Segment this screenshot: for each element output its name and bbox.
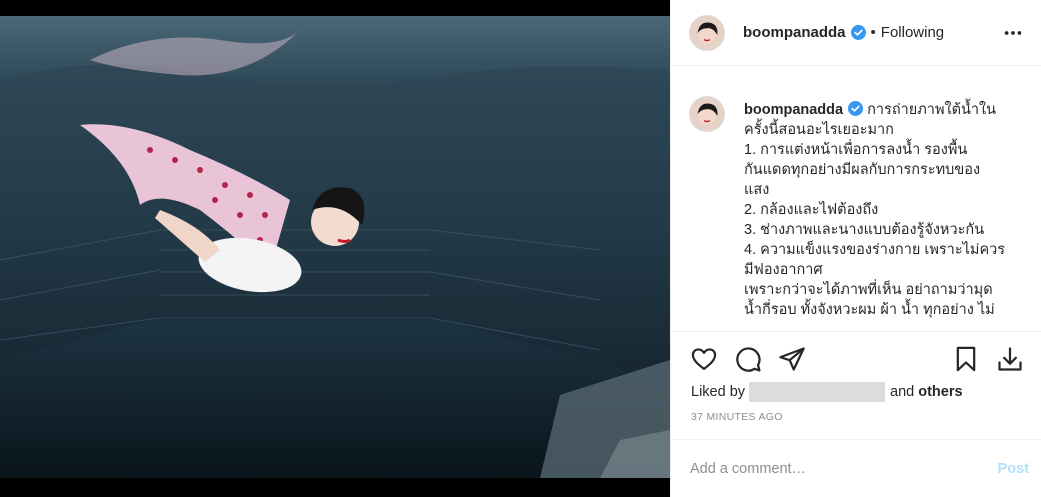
divider <box>671 331 1041 332</box>
share-send-icon[interactable] <box>777 344 807 374</box>
caption-line: มีฟองอากาศ <box>744 262 823 278</box>
caption-username[interactable]: boompanadda <box>744 102 843 118</box>
caption-text: boompanadda การถ่ายภาพใต้น้ำใน ครั้งนี้ส… <box>744 100 1021 328</box>
liked-by-label: Liked by <box>691 384 746 400</box>
caption-line: แสง <box>744 182 770 198</box>
action-bar <box>689 343 1025 375</box>
download-icon[interactable] <box>995 344 1025 374</box>
comment-input[interactable] <box>690 460 998 477</box>
bookmark-icon[interactable] <box>951 344 981 374</box>
caption-line: 4. ความแข็งแรงของร่างกาย เพราะไม่ควร <box>744 242 1006 258</box>
caption-line: 2. กล้องและไฟต้องถึง <box>744 202 879 218</box>
caption-first-line: boompanadda การถ่ายภาพใต้น้ำใน <box>744 100 1021 120</box>
caption-line: กันแดดทุกอย่างมีผลกับการกระทบของ <box>744 162 981 178</box>
action-bar-right <box>937 344 1025 374</box>
verified-badge-icon <box>850 25 866 40</box>
more-options-icon[interactable] <box>1001 21 1025 45</box>
redacted-username <box>749 382 886 402</box>
underwater-photo <box>0 0 670 497</box>
header-username[interactable]: boompanadda <box>743 24 846 41</box>
verified-badge-icon <box>848 101 864 116</box>
post-sidebar: boompanadda • Following boompanadda การถ… <box>670 0 1041 497</box>
caption-avatar[interactable] <box>689 96 725 132</box>
like-heart-icon[interactable] <box>689 344 719 374</box>
caption-line: น้ำกี่รอบ ทั้งจังหวะผม ผ้า น้ำ ทุกอย่าง … <box>744 302 995 318</box>
separator-dot: • <box>870 24 876 41</box>
caption-line: เพราะกว่าจะได้ภาพที่เห็น อย่าถามว่ามุด <box>744 282 993 298</box>
profile-picture-icon <box>690 97 724 131</box>
add-comment-form: Post <box>671 440 1041 497</box>
caption-line: 3. ช่างภาพและนางแบบต้องรู้จังหวะกัน <box>744 222 985 238</box>
avatar[interactable] <box>689 14 725 51</box>
likes-others-link[interactable]: others <box>918 384 962 400</box>
profile-picture-icon <box>690 15 724 50</box>
caption-line: การถ่ายภาพใต้น้ำใน <box>867 102 997 118</box>
likes-connector: and <box>890 384 915 400</box>
post-comment-button[interactable]: Post <box>998 461 1029 477</box>
comment-bubble-icon[interactable] <box>733 344 763 374</box>
caption-line: 1. การแต่งหน้าเพื่อการลงน้ำ รองพื้น <box>744 142 968 158</box>
caption: boompanadda การถ่ายภาพใต้น้ำใน ครั้งนี้ส… <box>689 84 1021 328</box>
likes-summary: Liked by and others <box>691 382 963 402</box>
post-header: boompanadda • Following <box>671 0 1041 66</box>
caption-line: ครั้งนี้สอนอะไรเยอะมาก <box>744 122 894 138</box>
post-timestamp[interactable]: 37 MINUTES AGO <box>691 411 783 423</box>
following-button[interactable]: Following <box>881 24 944 41</box>
post-photo[interactable] <box>0 0 670 497</box>
